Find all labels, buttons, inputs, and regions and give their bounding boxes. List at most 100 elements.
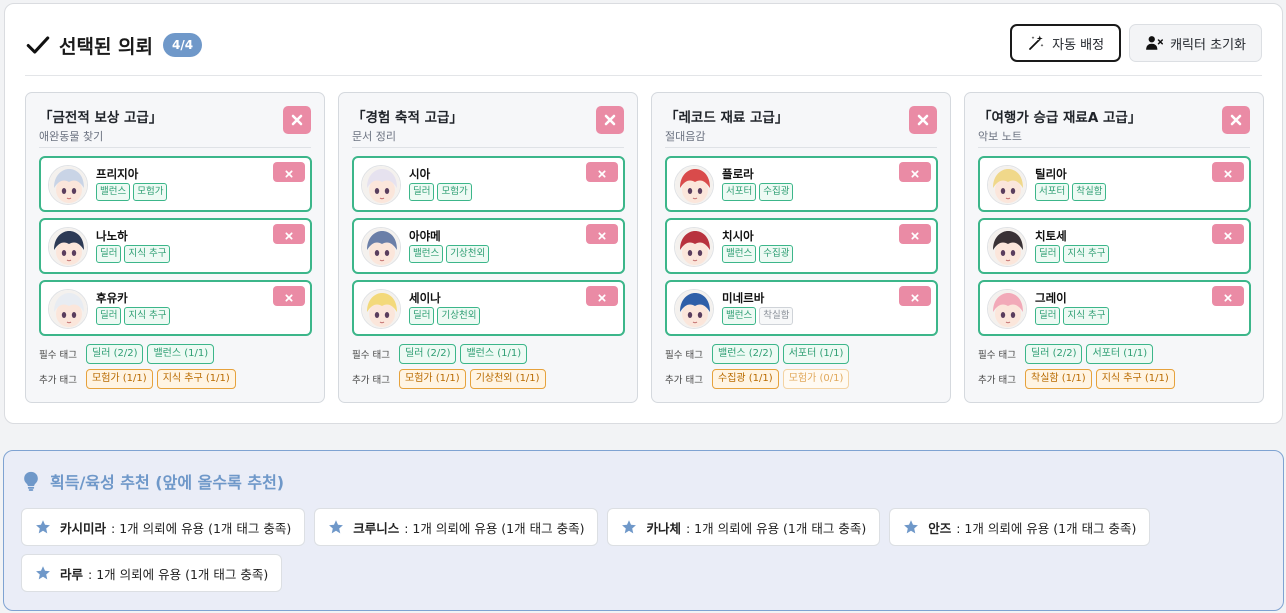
character-name: 미네르바 [722,291,765,305]
request-card-header: 「경험 축적 고급」 문서 정리 [352,106,624,148]
request-title: 「경험 축적 고급」 [352,110,463,126]
close-icon [911,225,919,244]
reset-characters-label: 캐릭터 초기화 [1170,37,1246,53]
character-slot[interactable]: 그레이 딜러 지식 추구 [978,280,1251,336]
remove-character-button[interactable] [586,162,618,182]
extra-tags-row: 추가 태그 모험가 (1/1) 기상천외 (1/1) [352,368,550,390]
close-icon [285,287,293,306]
recommend-item[interactable]: 카나체: 1개 의뢰에 유용 (1개 태그 충족) [607,508,881,546]
close-icon [917,111,929,130]
character-name: 나노하 [96,229,128,243]
remove-request-button[interactable] [596,106,624,134]
character-tags: 딜러 지식 추구 [96,307,171,325]
required-tag: 서포터 (1/1) [1086,344,1154,364]
character-tag: 서포터 [722,183,757,201]
character-slots: 시아 딜러 모험가아야메밸런스기상천외 세이나 딜러 기상천외 [352,156,625,342]
character-tag: 밸런스 [409,245,444,263]
remove-character-button[interactable] [1212,224,1244,244]
remove-character-button[interactable] [273,286,305,306]
remove-character-button[interactable] [273,162,305,182]
remove-character-button[interactable] [273,224,305,244]
character-slot[interactable]: 미네르바밸런스 착실함 [665,280,938,336]
request-subtitle: 악보 노트 [978,130,1022,143]
close-icon [1224,163,1232,182]
request-card-header: 「레코드 재료 고급」 절대음감 [665,106,937,148]
request-title: 「여행가 승급 재료A 고급」 [978,110,1142,126]
remove-character-button[interactable] [899,286,931,306]
extra-tag: 모험가 (1/1) [399,369,466,389]
remove-character-button[interactable] [586,224,618,244]
extra-tags-label: 추가 태그 [352,375,390,386]
character-tag: 수집광 [759,245,794,263]
character-tag: 모험가 [133,183,168,201]
required-tags-row: 필수 태그 딜러 (2/2) 밸런스 (1/1) [39,343,240,365]
user-x-icon [1146,36,1164,50]
remove-character-button[interactable] [586,286,618,306]
character-slot[interactable]: 세이나 딜러 기상천외 [352,280,625,336]
character-slot[interactable]: 프리지아밸런스 모험가 [39,156,312,212]
reset-characters-button[interactable]: 캐릭터 초기화 [1129,24,1262,62]
required-tag: 서포터 (1/1) [782,344,850,364]
remove-character-button[interactable] [1212,286,1244,306]
recommend-name: 안즈 [928,520,952,536]
character-slot[interactable]: 치시아밸런스 수집광 [665,218,938,274]
remove-character-button[interactable] [899,224,931,244]
close-icon [285,225,293,244]
close-icon [1230,111,1242,130]
remove-request-button[interactable] [909,106,937,134]
character-tags: 밸런스 착실함 [722,307,794,325]
recommend-item[interactable]: 크루니스: 1개 의뢰에 유용 (1개 태그 충족) [314,508,599,546]
remove-request-button[interactable] [283,106,311,134]
character-slot[interactable]: 시아 딜러 모험가 [352,156,625,212]
character-tags: 서포터 수집광 [722,183,794,201]
character-tag: 서포터 [1035,183,1070,201]
required-tag: 딜러 (2/2) [86,344,144,364]
character-tag: 밸런스 [722,245,757,263]
avatar [48,227,88,267]
character-tags: 밸런스 모험가 [96,183,168,201]
close-icon [598,287,606,306]
character-tag: 기상천외 [437,307,481,325]
character-tag: 착실함 [759,307,794,325]
required-tags-row: 필수 태그 밸런스 (2/2) 서포터 (1/1) [665,343,853,365]
title-group: 선택된 의뢰 4/4 [25,30,203,60]
character-name: 프리지아 [96,167,139,181]
avatar [987,289,1027,329]
recommend-desc: : 1개 의뢰에 유용 (1개 태그 충족) [111,520,292,536]
character-tag: 모험가 [437,183,472,201]
character-slot[interactable]: 후유카 딜러 지식 추구 [39,280,312,336]
recommend-item[interactable]: 라루: 1개 의뢰에 유용 (1개 태그 충족) [21,554,283,592]
star-icon [36,566,50,580]
required-tags-label: 필수 태그 [352,350,390,361]
recommend-item[interactable]: 안즈: 1개 의뢰에 유용 (1개 태그 충족) [889,508,1151,546]
recommend-name: 카시미라 [60,520,107,536]
character-name: 치토세 [1035,229,1067,243]
character-tag: 밸런스 [722,307,757,325]
extra-tag: 기상천외 (1/1) [469,369,546,389]
close-icon [291,111,303,130]
character-tag: 딜러 [96,307,122,325]
character-slot[interactable]: 아야메 밸런스 기상천외 [352,218,625,274]
character-slot[interactable]: 틸리아 서포터 착실함 [978,156,1251,212]
request-subtitle: 문서 정리 [352,130,396,143]
character-slot[interactable]: 치토세 딜러 지식 추구 [978,218,1251,274]
character-slot[interactable]: 플로라 서포터 수집광 [665,156,938,212]
request-card: 「금전적 보상 고급」 애완동물 찾기 프리지아 밸런스 모험가 나노하 딜러 지식 추구 후유… [25,92,325,403]
close-icon [911,287,919,306]
tag-summary: 필수 태그 밸런스 (2/2) 서포터 (1/1) 추가 태그 수집광 (1/1) 모험가… [665,343,853,393]
character-name: 치시아 [722,229,754,243]
close-icon [1224,287,1232,306]
request-card: 「여행가 승급 재료A 고급」 악보 노트틸리아 서포터 착실함치토세 딜러 지식 추구그… [964,92,1264,403]
request-cards: 「금전적 보상 고급」 애완동물 찾기 프리지아 밸런스 모험가 나노하 딜러 지식 추구 후유… [25,92,1264,403]
auto-assign-button[interactable]: 자동 배정 [1010,24,1122,62]
character-slot[interactable]: 나노하 딜러 지식 추구 [39,218,312,274]
character-tag: 딜러 [96,245,122,263]
character-tag: 지식 추구 [124,307,171,325]
remove-request-button[interactable] [1222,106,1250,134]
recommend-item[interactable]: 카시미라: 1개 의뢰에 유용 (1개 태그 충족) [21,508,306,546]
character-tags: 서포터 착실함 [1035,183,1107,201]
recommend-desc: : 1개 의뢰에 유용 (1개 태그 충족) [404,520,585,536]
character-name: 아야메 [409,229,441,243]
remove-character-button[interactable] [899,162,931,182]
remove-character-button[interactable] [1212,162,1244,182]
